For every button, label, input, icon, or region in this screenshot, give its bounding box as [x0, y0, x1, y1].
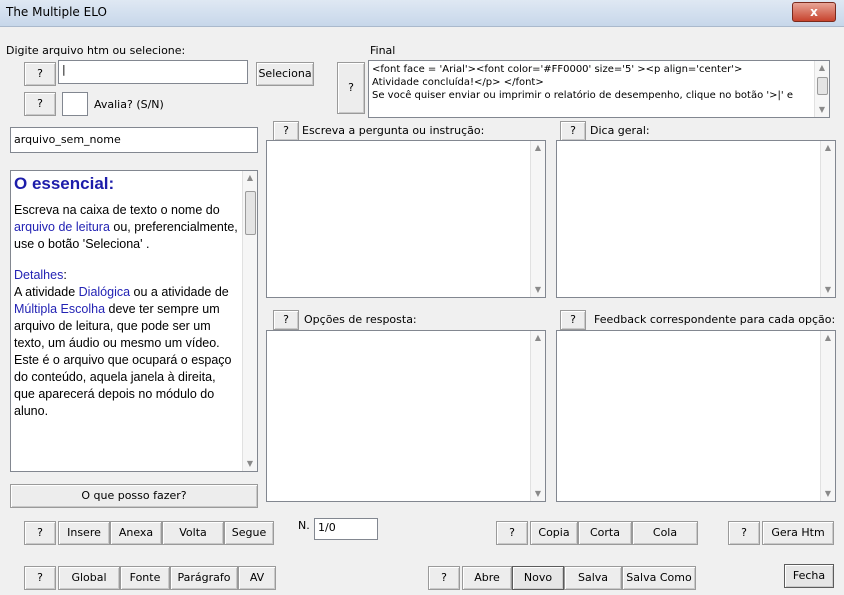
generate-htm-button[interactable]: Gera Htm	[762, 521, 834, 545]
final-scrollbar[interactable]: ▲ ▼	[814, 61, 829, 117]
help-text: A atividade	[14, 285, 79, 299]
evaluate-label: Avalia? (S/N)	[94, 98, 164, 111]
generate-help-button[interactable]: ?	[728, 521, 760, 545]
help-text: ou a atividade de	[130, 285, 229, 299]
filename-field[interactable]: arquivo_sem_nome	[10, 127, 258, 153]
back-button[interactable]: Volta	[162, 521, 224, 545]
next-button[interactable]: Segue	[224, 521, 274, 545]
global-button[interactable]: Global	[58, 566, 120, 590]
record-number-field[interactable]: 1/0	[314, 518, 378, 540]
window-title: The Multiple ELO	[6, 5, 107, 19]
help-panel: O essencial: Escreva na caixa de texto o…	[10, 170, 258, 472]
multiple-choice-link: Múltipla Escolha	[14, 302, 106, 316]
hint-label: Dica geral:	[590, 124, 650, 137]
edit-help-button[interactable]: ?	[496, 521, 528, 545]
record-number-label: N.	[298, 519, 310, 532]
final-line-2: Atividade concluída!</p> </font>	[372, 77, 544, 88]
options-label: Opções de resposta:	[304, 313, 417, 326]
help-text: Escreva na caixa de texto o nome do	[14, 203, 220, 217]
help-content: O essencial: Escreva na caixa de texto o…	[14, 175, 239, 467]
scroll-down-icon[interactable]: ▼	[243, 457, 257, 471]
scroll-down-icon[interactable]: ▼	[531, 487, 545, 501]
title-bar: The Multiple ELO x	[0, 0, 844, 27]
select-file-button[interactable]: Seleciona	[256, 62, 314, 86]
attach-button[interactable]: Anexa	[110, 521, 162, 545]
final-textarea[interactable]: <font face = 'Arial'><font color='#FF000…	[368, 60, 830, 118]
question-scrollbar[interactable]: ▲ ▼	[530, 141, 545, 297]
final-help-button[interactable]: ?	[337, 62, 365, 114]
scroll-up-icon[interactable]: ▲	[531, 141, 545, 155]
close-dialog-button[interactable]: Fecha	[784, 564, 834, 588]
final-text: <font face = 'Arial'><font color='#FF000…	[372, 63, 811, 102]
file-label: Digite arquivo htm ou selecione:	[6, 44, 186, 57]
window-close-button[interactable]: x	[792, 2, 836, 22]
final-label: Final	[370, 44, 396, 57]
open-button[interactable]: Abre	[462, 566, 512, 590]
feedback-label: Feedback correspondente para cada opção:	[594, 313, 836, 326]
save-button[interactable]: Salva	[564, 566, 622, 590]
final-line-1: <font face = 'Arial'><font color='#FF000…	[372, 64, 743, 75]
file-input[interactable]: |	[58, 60, 248, 84]
scroll-down-icon[interactable]: ▼	[531, 283, 545, 297]
reading-file-link: arquivo de leitura	[14, 220, 110, 234]
av-button[interactable]: AV	[238, 566, 276, 590]
paste-button[interactable]: Cola	[632, 521, 698, 545]
details-colon: :	[63, 268, 67, 282]
scroll-down-icon[interactable]: ▼	[821, 487, 835, 501]
question-help-button[interactable]: ?	[273, 121, 299, 141]
help-paragraph-2: A atividade Dialógica ou a atividade de …	[14, 284, 239, 420]
evaluate-input[interactable]	[62, 92, 88, 116]
cut-button[interactable]: Corta	[578, 521, 632, 545]
scroll-up-icon[interactable]: ▲	[821, 141, 835, 155]
scroll-down-icon[interactable]: ▼	[815, 103, 829, 117]
options-textarea[interactable]: ▲ ▼	[266, 330, 546, 502]
scroll-down-icon[interactable]: ▼	[821, 283, 835, 297]
options-scrollbar[interactable]: ▲ ▼	[530, 331, 545, 501]
help-paragraph-1: Escreva na caixa de texto o nome do arqu…	[14, 202, 239, 253]
hint-scrollbar[interactable]: ▲ ▼	[820, 141, 835, 297]
scroll-thumb[interactable]	[245, 191, 256, 235]
question-textarea[interactable]: ▲ ▼	[266, 140, 546, 298]
close-icon: x	[810, 5, 818, 19]
scroll-up-icon[interactable]: ▲	[815, 61, 829, 75]
final-line-3: Se você quiser enviar ou imprimir o rela…	[372, 90, 793, 101]
question-label: Escreva a pergunta ou instrução:	[302, 124, 485, 137]
scroll-up-icon[interactable]: ▲	[531, 331, 545, 345]
options-help-button[interactable]: ?	[273, 310, 299, 330]
file-help-button[interactable]: ?	[24, 62, 56, 86]
details-heading-text: Detalhes	[14, 268, 64, 282]
help-text: deve ter sempre um arquivo de leitura, q…	[14, 302, 232, 418]
scroll-up-icon[interactable]: ▲	[821, 331, 835, 345]
format-help-button[interactable]: ?	[24, 566, 56, 590]
what-can-i-do-button[interactable]: O que posso fazer?	[10, 484, 258, 508]
nav-help-button[interactable]: ?	[24, 521, 56, 545]
font-button[interactable]: Fonte	[120, 566, 170, 590]
feedback-scrollbar[interactable]: ▲ ▼	[820, 331, 835, 501]
hint-help-button[interactable]: ?	[560, 121, 586, 141]
help-heading: O essencial:	[14, 175, 115, 193]
insert-button[interactable]: Insere	[58, 521, 110, 545]
feedback-help-button[interactable]: ?	[560, 310, 586, 330]
save-as-button[interactable]: Salva Como	[622, 566, 696, 590]
file-ops-help-button[interactable]: ?	[428, 566, 460, 590]
help-scrollbar[interactable]: ▲ ▼	[242, 171, 257, 471]
hint-textarea[interactable]: ▲ ▼	[556, 140, 836, 298]
details-heading: Detalhes:	[14, 267, 239, 284]
dialogic-link: Dialógica	[78, 285, 131, 299]
feedback-textarea[interactable]: ▲ ▼	[556, 330, 836, 502]
paragraph-button[interactable]: Parágrafo	[170, 566, 238, 590]
copy-button[interactable]: Copia	[530, 521, 578, 545]
evaluate-help-button[interactable]: ?	[24, 92, 56, 116]
scroll-thumb[interactable]	[817, 77, 828, 95]
new-button[interactable]: Novo	[512, 566, 564, 590]
scroll-up-icon[interactable]: ▲	[243, 171, 257, 185]
